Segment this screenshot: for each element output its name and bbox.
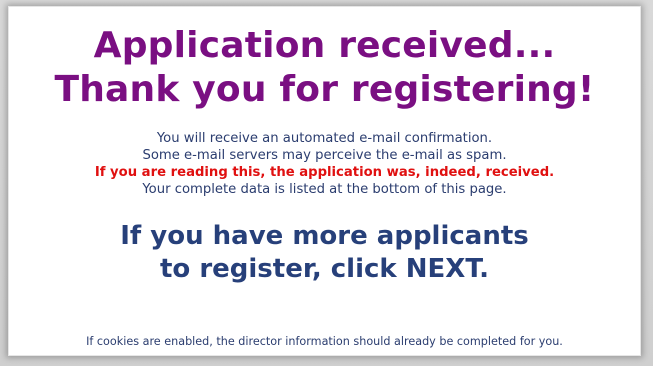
page-title: Application received... Thank you for re… [8, 6, 641, 112]
cta-line-2: to register, click NEXT. [159, 254, 489, 284]
title-line-2: Thank you for registering! [54, 69, 595, 110]
confirmation-message: You will receive an automated e-mail con… [8, 130, 641, 198]
confirmation-panel: Application received... Thank you for re… [8, 6, 641, 356]
page-background: Application received... Thank you for re… [0, 0, 653, 366]
cookie-footnote: If cookies are enabled, the director inf… [86, 335, 563, 348]
message-line-confirmation: You will receive an automated e-mail con… [156, 131, 493, 146]
message-line-data-listed: Your complete data is listed at the bott… [142, 182, 507, 197]
cta-line-1: If you have more applicants [120, 221, 529, 251]
title-line-1: Application received... [93, 25, 556, 66]
message-line-received-notice: If you are reading this, the application… [94, 165, 555, 180]
next-applicant-prompt: If you have more applicants to register,… [8, 220, 641, 286]
message-line-spam-warning: Some e-mail servers may perceive the e-m… [142, 148, 507, 163]
